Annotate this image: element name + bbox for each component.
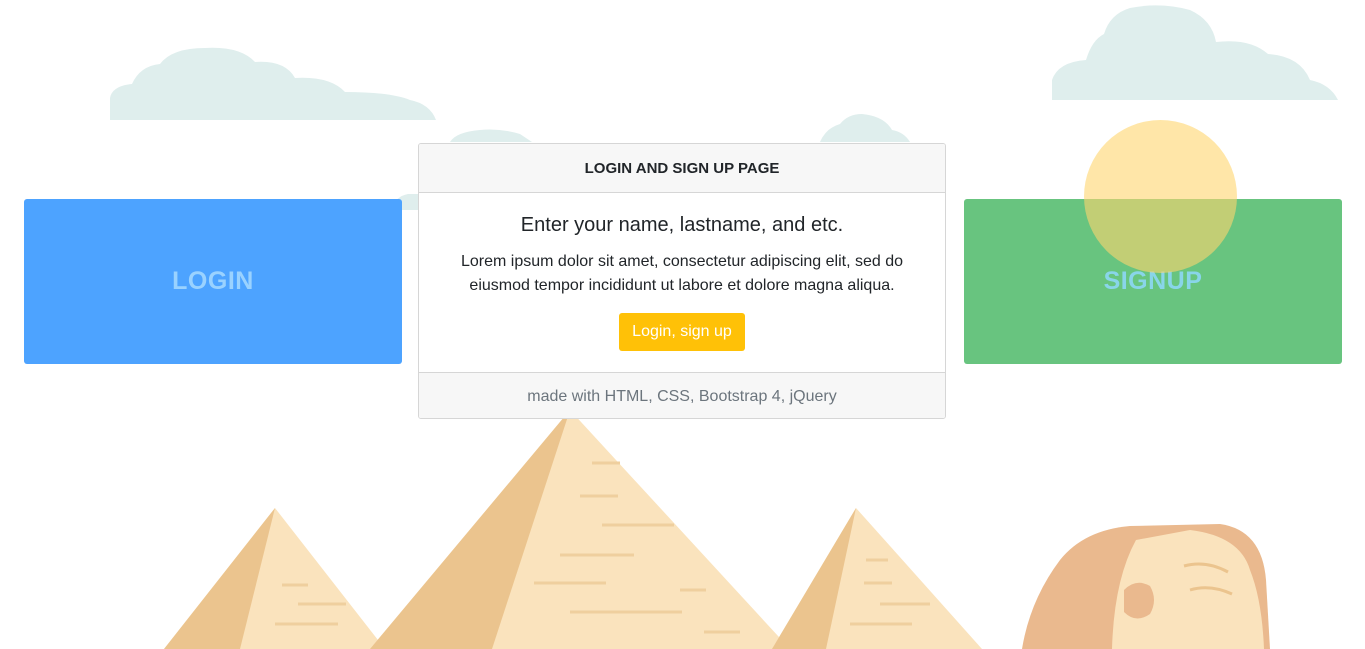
- login-panel[interactable]: LOGIN: [24, 199, 402, 364]
- card-footer: made with HTML, CSS, Bootstrap 4, jQuery: [419, 372, 945, 418]
- sphinx-icon: [1022, 524, 1270, 649]
- cloud-icon: [1052, 5, 1338, 100]
- pyramid-icon: [164, 508, 385, 649]
- info-card: LOGIN AND SIGN UP PAGE Enter your name, …: [418, 143, 946, 419]
- pyramid-icon: [370, 410, 790, 649]
- sun-icon: [1084, 120, 1237, 273]
- login-signup-button[interactable]: Login, sign up: [619, 313, 745, 351]
- login-label: LOGIN: [172, 267, 254, 295]
- pyramid-icon: [772, 508, 982, 649]
- cloud-icon: [450, 129, 532, 142]
- card-title: Enter your name, lastname, and etc.: [520, 214, 844, 236]
- card-text: Lorem ipsum dolor sit amet, consectetur …: [461, 253, 903, 294]
- card-header: LOGIN AND SIGN UP PAGE: [419, 144, 945, 193]
- cloud-icon: [110, 47, 436, 120]
- page: LOGIN SIGNUP LOGIN AND SIGN UP PAGE Ente…: [0, 0, 1365, 649]
- cloud-icon: [820, 114, 910, 142]
- card-body: Enter your name, lastname, and etc. Lore…: [419, 193, 945, 372]
